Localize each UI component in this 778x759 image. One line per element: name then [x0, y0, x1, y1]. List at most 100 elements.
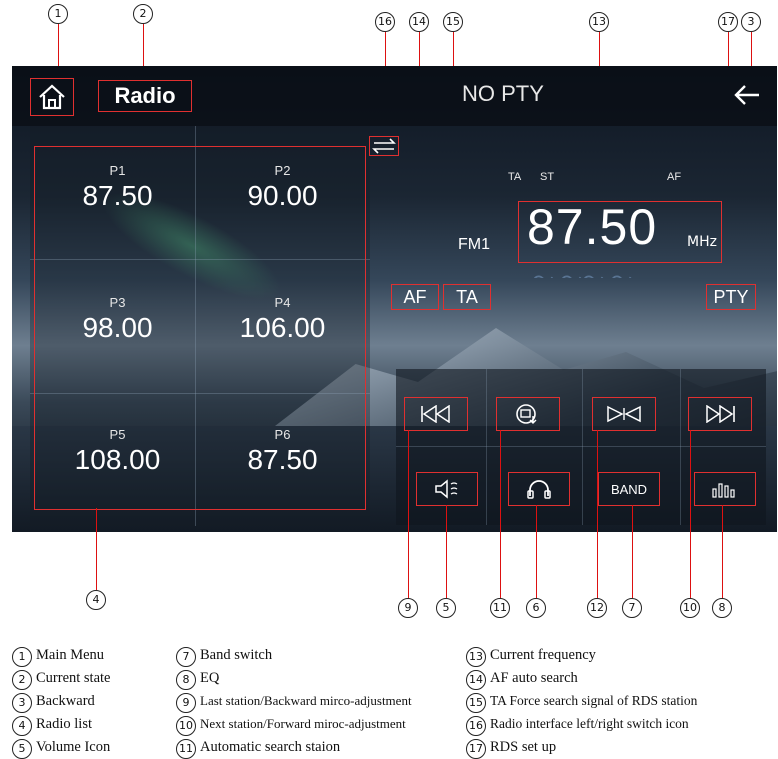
callout-1: 1 — [48, 4, 68, 24]
legend-number: 14 — [466, 670, 486, 690]
next-station-button[interactable] — [688, 397, 752, 431]
legend-text: Last station/Backward mirco-adjustment — [200, 693, 412, 708]
legend-item: 16 Radio interface left/right switch icon — [466, 716, 689, 736]
preset-frequency: 98.00 — [82, 312, 153, 343]
leader-line — [632, 505, 633, 598]
page-title: Radio — [98, 80, 192, 112]
back-button[interactable] — [730, 80, 764, 110]
callout-13: 13 — [589, 12, 609, 32]
callout-17: 17 — [718, 12, 738, 32]
legend-number: 2 — [12, 670, 32, 690]
auto-search-button[interactable] — [496, 397, 560, 431]
skip-forward-icon — [706, 405, 735, 423]
auto-scan-icon — [516, 404, 537, 424]
legend-item: 9 Last station/Backward mirco-adjustment — [176, 693, 412, 713]
preset-label: P5 — [109, 427, 126, 442]
previous-station-button[interactable] — [404, 397, 468, 431]
preset-item[interactable]: P4 106.00 — [200, 279, 365, 399]
legend-text: Radio interface left/right switch icon — [490, 716, 689, 731]
legend-item: 17 RDS set up — [466, 739, 556, 759]
scan-button[interactable] — [592, 397, 656, 431]
callout-16: 16 — [375, 12, 395, 32]
preset-frequency: 106.00 — [239, 312, 326, 343]
eq-button[interactable] — [694, 472, 756, 506]
grid-divider — [486, 369, 487, 525]
leader-line — [500, 430, 501, 598]
legend-text: Next station/Forward miroc-adjustment — [200, 716, 406, 731]
preset-item[interactable]: P1 87.50 — [35, 147, 200, 267]
legend-text: Backward — [36, 693, 95, 709]
grid-divider — [680, 369, 681, 525]
callout-3: 3 — [741, 12, 761, 32]
skip-back-icon — [421, 405, 450, 423]
legend-item: 15 TA Force search signal of RDS station — [466, 693, 698, 713]
legend-text: TA Force search signal of RDS station — [490, 693, 698, 708]
preset-label: P4 — [274, 295, 291, 310]
callout-5: 5 — [436, 598, 456, 618]
legend-text: Current state — [36, 670, 111, 686]
legend-item: 11 Automatic search staion — [176, 739, 340, 759]
preset-label: P6 — [274, 427, 291, 442]
layout-switch-button[interactable] — [369, 136, 399, 156]
legend-number: 11 — [176, 739, 196, 759]
preset-label: P3 — [109, 295, 126, 310]
band-label: FM1 — [458, 236, 490, 253]
home-button[interactable] — [30, 78, 74, 116]
home-icon — [39, 84, 65, 110]
legend-number: 5 — [12, 739, 32, 759]
legend-item: 2 Current state — [12, 670, 111, 690]
top-bar: Radio NO PTY — [12, 66, 777, 126]
legend-number: 7 — [176, 647, 196, 667]
preset-label: P1 — [109, 163, 126, 178]
callout-8: 8 — [712, 598, 732, 618]
preset-label: P2 — [274, 163, 291, 178]
ta-button[interactable]: TA — [443, 284, 491, 310]
legend-item: 8 EQ — [176, 670, 220, 690]
preset-item[interactable]: P6 87.50 — [200, 411, 365, 531]
legend-item: 10 Next station/Forward miroc-adjustment — [176, 716, 406, 736]
preset-item[interactable]: P2 90.00 — [200, 147, 365, 267]
swap-icon — [372, 138, 396, 154]
frequency-reflection: 〜 〜〜 〜 — [532, 262, 712, 278]
legend-item: 13 Current frequency — [466, 647, 596, 667]
preset-frequency: 90.00 — [247, 180, 318, 211]
frequency-unit: MHz — [687, 234, 717, 250]
current-frequency: 87.50 MHz — [518, 199, 722, 263]
preset-frequency: 87.50 — [247, 444, 318, 475]
leader-line — [722, 505, 723, 598]
legend-item: 14 AF auto search — [466, 670, 578, 690]
legend-text: Band switch — [200, 647, 273, 663]
preset-item[interactable]: P3 98.00 — [35, 279, 200, 399]
callout-10: 10 — [680, 598, 700, 618]
legend-number: 4 — [12, 716, 32, 736]
legend-text: EQ — [200, 670, 220, 686]
radio-screen: Radio NO PTY P1 87.50 P2 90.00 P3 98.00 … — [12, 66, 777, 532]
grid-divider — [582, 369, 583, 525]
callout-6: 6 — [526, 598, 546, 618]
legend-item: 4 Radio list — [12, 716, 92, 736]
volume-icon — [435, 479, 458, 499]
arrow-left-icon — [734, 85, 759, 105]
leader-line — [96, 508, 97, 590]
headphone-icon — [527, 480, 551, 499]
pty-status: NO PTY — [462, 81, 544, 106]
radio-list: P1 87.50 P2 90.00 P3 98.00 P4 106.00 P5 … — [34, 146, 366, 510]
legend-number: 17 — [466, 739, 486, 759]
preset-item[interactable]: P5 108.00 — [35, 411, 200, 531]
volume-button[interactable] — [416, 472, 478, 506]
af-button[interactable]: AF — [391, 284, 439, 310]
pty-button[interactable]: PTY — [706, 284, 756, 310]
band-button[interactable]: BAND — [598, 472, 660, 506]
legend-number: 1 — [12, 647, 32, 667]
headphone-button[interactable] — [508, 472, 570, 506]
st-indicator: ST — [540, 171, 555, 183]
callout-14: 14 — [409, 12, 429, 32]
leader-line — [446, 505, 447, 598]
legend-number: 8 — [176, 670, 196, 690]
legend-text: Radio list — [36, 716, 92, 732]
scan-icon — [607, 405, 641, 423]
callout-4: 4 — [86, 590, 106, 610]
leader-line — [690, 430, 691, 598]
leader-line — [536, 505, 537, 598]
grid-divider — [396, 446, 766, 447]
